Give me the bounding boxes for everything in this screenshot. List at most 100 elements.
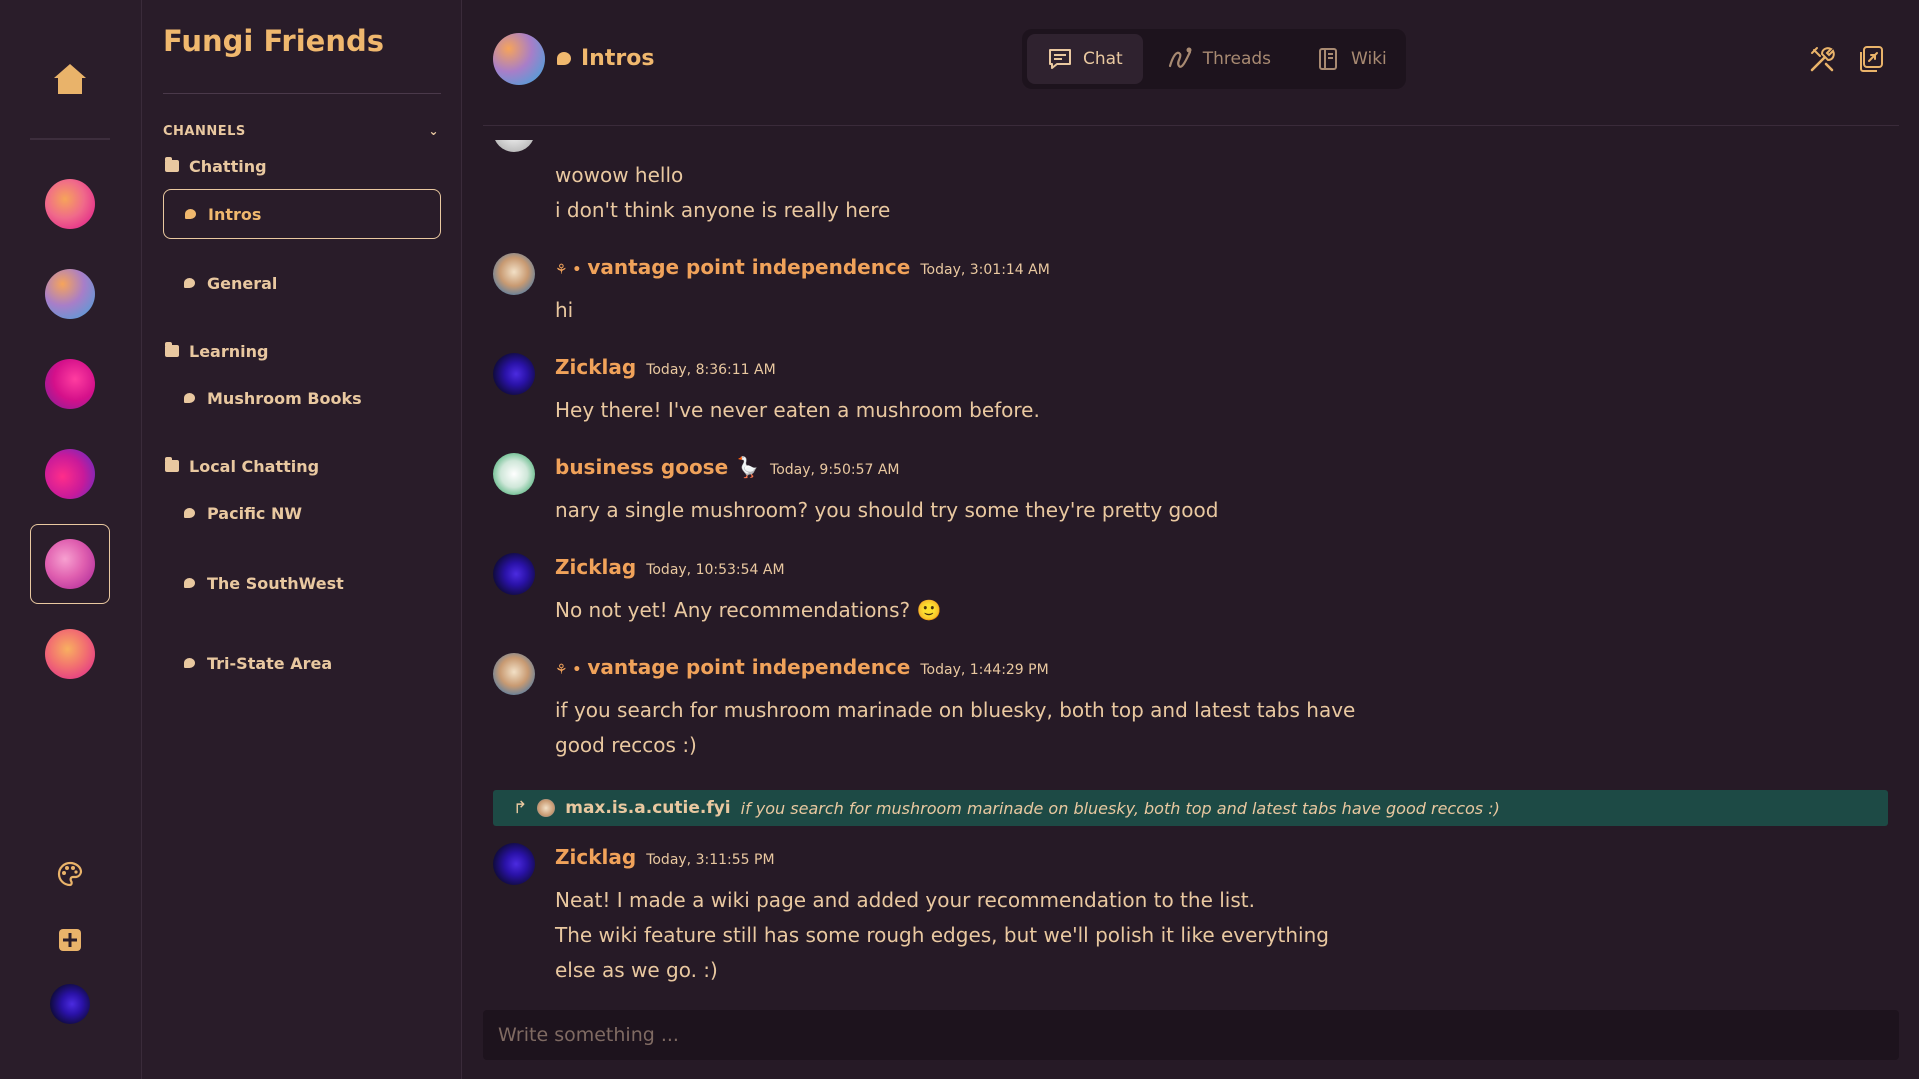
message-header: ⚘ • vantage point independence Today, 3:0…: [555, 255, 1050, 281]
server-avatar-selected[interactable]: [45, 539, 95, 589]
channel-pacific-nw[interactable]: Pacific NW: [163, 488, 441, 538]
message-text: if you search for mushroom marinade on b…: [555, 698, 1356, 722]
channel-general[interactable]: General: [163, 258, 441, 308]
chat-bubble-icon: [184, 393, 195, 403]
author-label: vantage point independence: [587, 255, 911, 279]
channel-label: Intros: [208, 204, 262, 224]
message-text: No not yet! Any recommendations? 🙂: [555, 598, 942, 622]
user-avatar: [493, 653, 535, 695]
reply-preview[interactable]: ↱ max.is.a.cutie.fyi if you search for m…: [493, 790, 1888, 826]
chat-icon: [1049, 49, 1071, 69]
message-header: business goose 🪿 Today, 9:50:57 AM: [555, 455, 900, 481]
message-text: wowow hello: [555, 163, 684, 187]
threads-icon: [1168, 47, 1192, 68]
folder-label: Local Chatting: [189, 456, 320, 476]
palette-icon[interactable]: [56, 860, 84, 888]
channel-avatar: [493, 33, 545, 85]
author-name[interactable]: ⚘ • vantage point independence: [555, 655, 910, 679]
rail-divider: [30, 138, 110, 140]
chat-bubble-icon: [184, 278, 195, 288]
tab-chat[interactable]: Chat: [1027, 34, 1143, 84]
copy-link-icon[interactable]: [1855, 44, 1885, 74]
folder-icon: [165, 157, 179, 172]
channel-label: Pacific NW: [207, 503, 303, 523]
folder-learning[interactable]: Learning: [165, 340, 268, 362]
tab-wiki[interactable]: Wiki: [1295, 34, 1407, 84]
add-server-icon[interactable]: [56, 926, 84, 954]
user-avatar: [493, 453, 535, 495]
reply-username: max.is.a.cutie.fyi: [565, 798, 731, 818]
message-timestamp: Today, 1:44:29 PM: [920, 662, 1049, 678]
sidebar-divider: [163, 93, 441, 94]
chat-bubble-icon: [185, 209, 196, 219]
chat-bubble-icon: [184, 508, 195, 518]
message-text: else as we go. :): [555, 958, 718, 982]
message-input[interactable]: [498, 1010, 1899, 1060]
folder-label: Chatting: [189, 156, 267, 176]
user-avatar: [493, 140, 535, 152]
folder-chatting[interactable]: Chatting: [165, 155, 267, 177]
channel-label: Tri-State Area: [207, 653, 333, 673]
chat-bubble-icon: [557, 51, 571, 65]
message-timestamp: Today, 3:01:14 AM: [920, 262, 1050, 278]
channel-sidebar: Fungi Friends CHANNELS ⌄ Chatting Intros…: [142, 0, 462, 1079]
author-name[interactable]: Zicklag: [555, 845, 636, 869]
author-prefix: ⚘ •: [555, 262, 582, 278]
user-avatar: [493, 553, 535, 595]
chat-bubble-icon: [184, 658, 195, 668]
folder-icon: [165, 457, 179, 472]
server-avatar[interactable]: [45, 269, 95, 319]
channel-the-southwest[interactable]: The SouthWest: [163, 558, 441, 608]
message-text: hi: [555, 298, 574, 322]
channel-label: The SouthWest: [207, 573, 344, 593]
channels-header[interactable]: CHANNELS ⌄: [163, 124, 441, 142]
folder-local-chatting[interactable]: Local Chatting: [165, 455, 319, 477]
tab-threads[interactable]: Threads: [1147, 34, 1291, 84]
main-panel: Intros Chat Threads Wiki wowow hello i d…: [463, 0, 1919, 1079]
user-avatar[interactable]: [50, 984, 90, 1024]
reply-arrow-icon: ↱: [513, 798, 528, 818]
user-avatar: [493, 353, 535, 395]
message-text: Neat! I made a wiki page and added your …: [555, 888, 1255, 912]
reply-text: if you search for mushroom marinade on b…: [740, 798, 1500, 818]
folder-icon: [165, 342, 179, 357]
message-timestamp: Today, 10:53:54 AM: [646, 562, 785, 578]
author-name[interactable]: business goose 🪿: [555, 455, 760, 479]
channel-header: Intros Chat Threads Wiki: [483, 0, 1899, 126]
channel-title: Intros: [557, 44, 654, 72]
message-list: wowow hello i don't think anyone is real…: [483, 140, 1899, 1000]
server-rail: [0, 0, 142, 1079]
message-header: Zicklag Today, 10:53:54 AM: [555, 555, 785, 581]
message-text: The wiki feature still has some rough ed…: [555, 923, 1329, 947]
author-name[interactable]: ⚘ • vantage point independence: [555, 255, 910, 279]
channel-title-text: Intros: [581, 45, 655, 71]
channel-tri-state-area[interactable]: Tri-State Area: [163, 638, 441, 688]
channel-intros[interactable]: Intros: [163, 189, 441, 239]
message-text: Hey there! I've never eaten a mushroom b…: [555, 398, 1040, 422]
message-timestamp: Today, 8:36:11 AM: [646, 362, 776, 378]
message-composer: [483, 1010, 1899, 1060]
server-avatar[interactable]: [45, 449, 95, 499]
chevron-down-icon[interactable]: ⌄: [428, 124, 439, 138]
author-name[interactable]: Zicklag: [555, 555, 636, 579]
author-name[interactable]: Zicklag: [555, 355, 636, 379]
channel-mushroom-books[interactable]: Mushroom Books: [163, 373, 441, 423]
channel-label: Mushroom Books: [207, 388, 362, 408]
server-avatar[interactable]: [45, 629, 95, 679]
server-avatar[interactable]: [45, 179, 95, 229]
home-icon[interactable]: [52, 62, 88, 96]
message-header: Zicklag Today, 3:11:55 PM: [555, 845, 775, 871]
author-label: vantage point independence: [587, 655, 911, 679]
tools-icon[interactable]: [1808, 44, 1838, 74]
message-header: Zicklag Today, 8:36:11 AM: [555, 355, 776, 381]
message-timestamp: Today, 9:50:57 AM: [770, 462, 900, 478]
message-timestamp: Today, 3:11:55 PM: [646, 852, 775, 868]
message-header: ⚘ • vantage point independence Today, 1:4…: [555, 655, 1049, 681]
author-prefix: ⚘ •: [555, 662, 582, 678]
channels-header-label: CHANNELS: [163, 124, 246, 139]
reply-avatar: [537, 799, 556, 817]
tab-label: Threads: [1202, 49, 1272, 69]
server-avatar[interactable]: [45, 359, 95, 409]
message-text: good reccos :): [555, 733, 697, 757]
user-avatar: [493, 253, 535, 295]
